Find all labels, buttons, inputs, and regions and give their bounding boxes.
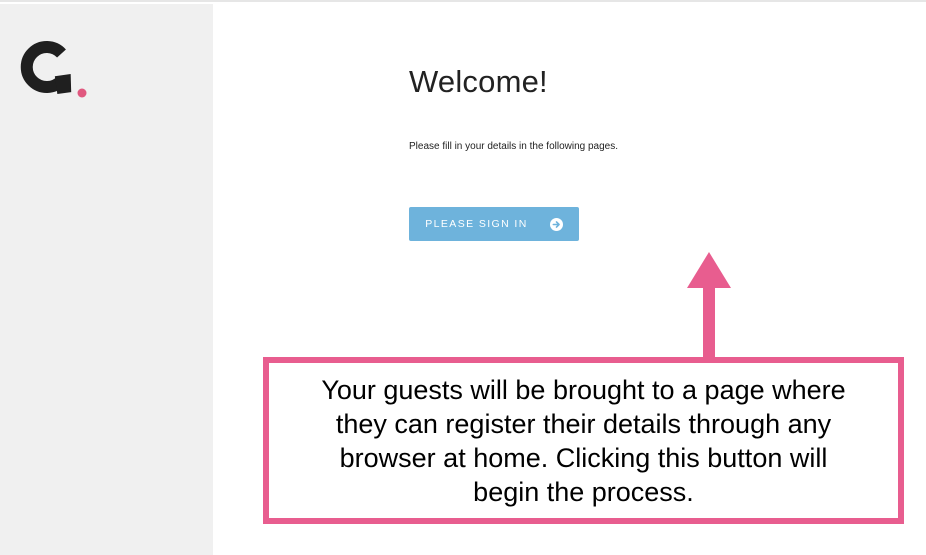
arrow-right-circle-icon	[549, 217, 563, 231]
annotation-callout: Your guests will be brought to a page wh…	[263, 357, 904, 524]
page-title: Welcome!	[409, 64, 548, 99]
up-arrow-icon	[687, 252, 731, 364]
sign-in-button[interactable]: PLEASE SIGN IN	[409, 207, 579, 241]
instructions-text: Please fill in your details in the follo…	[409, 141, 619, 152]
brand-g-logo-icon	[20, 41, 87, 98]
sidebar	[0, 4, 213, 555]
sign-in-button-label: PLEASE SIGN IN	[425, 218, 528, 230]
annotation-text: Your guests will be brought to a page wh…	[321, 374, 846, 507]
page-frame: Welcome! Please fill in your details in …	[0, 0, 926, 555]
